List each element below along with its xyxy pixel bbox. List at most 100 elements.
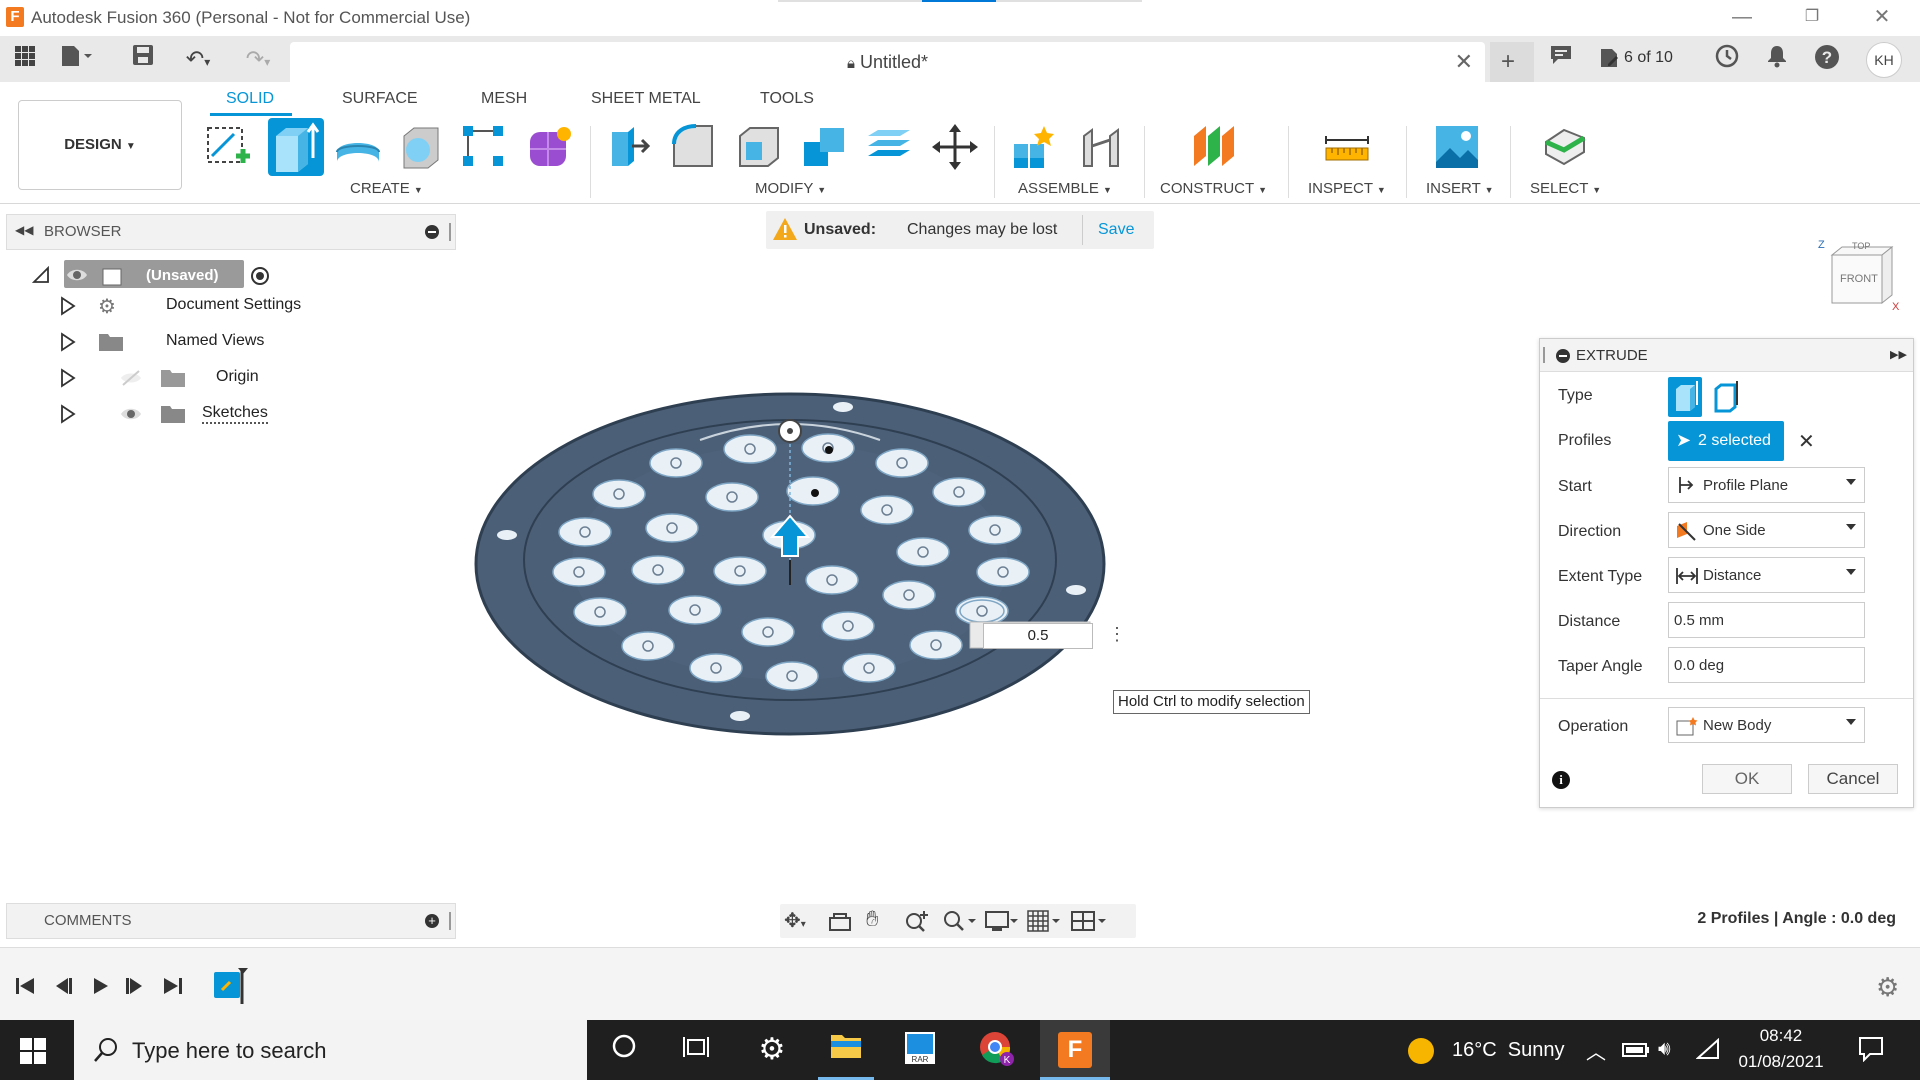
chat-icon[interactable]: [1546, 44, 1576, 74]
notification-bell-icon[interactable]: [1762, 44, 1792, 74]
windows-start-icon[interactable]: [20, 1038, 46, 1068]
grid-settings-icon[interactable]: [1026, 909, 1062, 937]
wifi-icon[interactable]: [1695, 1037, 1720, 1064]
tab-mesh[interactable]: MESH: [481, 90, 527, 108]
minus-circle-icon[interactable]: [1556, 349, 1570, 363]
restore-icon[interactable]: ❐: [1792, 4, 1832, 30]
create-form-icon[interactable]: [524, 122, 574, 172]
chrome-icon[interactable]: K: [968, 1030, 1024, 1070]
tree-collapse-icon[interactable]: [31, 265, 50, 289]
tab-tools[interactable]: TOOLS: [760, 90, 814, 108]
assemble-menu[interactable]: ASSEMBLE ▼: [1018, 180, 1112, 197]
go-to-start-icon[interactable]: [14, 976, 36, 1000]
offset-plane-icon[interactable]: [1190, 122, 1240, 172]
clock-icon[interactable]: [1712, 44, 1742, 74]
tab-surface[interactable]: SURFACE: [342, 90, 418, 108]
joint-icon[interactable]: [1076, 122, 1126, 172]
clock-date[interactable]: 01/08/2021: [1736, 1052, 1826, 1072]
move-icon[interactable]: [930, 122, 980, 172]
zoom-icon[interactable]: [904, 909, 930, 937]
distance-input[interactable]: 0.5: [983, 623, 1093, 649]
cortana-icon[interactable]: [596, 1030, 652, 1070]
minimize-icon[interactable]: —: [1722, 4, 1762, 30]
select-icon[interactable]: [1540, 122, 1590, 172]
file-menu-icon[interactable]: [58, 44, 92, 74]
browser-panel-header[interactable]: ◀◀ BROWSER: [6, 214, 456, 250]
job-status-button[interactable]: 6 of 10: [1598, 44, 1698, 74]
display-settings-icon[interactable]: [984, 909, 1020, 937]
weather-text[interactable]: 16°C Sunny: [1452, 1039, 1565, 1062]
expand-dialog-icon[interactable]: ▶▶: [1890, 348, 1907, 361]
look-at-icon[interactable]: [828, 910, 852, 936]
type-solid-button[interactable]: [1668, 377, 1702, 417]
new-component-icon[interactable]: [1010, 122, 1060, 172]
taper-angle-field[interactable]: 0.0 deg: [1668, 647, 1865, 683]
distance-field[interactable]: 0.5 mm: [1668, 602, 1865, 638]
redo-icon[interactable]: ↷▾: [236, 44, 280, 74]
dialog-grip[interactable]: [1543, 347, 1545, 363]
comments-panel-header[interactable]: COMMENTS +: [6, 903, 456, 939]
zoom-window-icon[interactable]: [942, 909, 978, 937]
tree-item-sketches[interactable]: Sketches: [60, 400, 320, 428]
step-forward-icon[interactable]: [124, 976, 146, 1000]
panel-grip[interactable]: [449, 223, 451, 241]
clock-time[interactable]: 08:42: [1736, 1026, 1826, 1046]
apps-grid-icon[interactable]: [10, 44, 40, 74]
offset-face-icon[interactable]: [864, 122, 914, 172]
create-sketch-icon[interactable]: [204, 122, 254, 172]
document-tab[interactable]: 🔒︎ Untitled* ✕: [290, 42, 1485, 82]
eye-icon[interactable]: [120, 404, 142, 429]
combine-icon[interactable]: [800, 122, 850, 172]
clear-selection-icon[interactable]: ✕: [1798, 429, 1815, 454]
tab-solid[interactable]: SOLID: [226, 90, 274, 108]
sweep-icon[interactable]: [396, 122, 446, 172]
winrar-icon[interactable]: RAR: [892, 1030, 948, 1070]
minus-circle-icon[interactable]: [425, 225, 439, 239]
save-icon[interactable]: [128, 44, 158, 74]
action-center-icon[interactable]: [1858, 1036, 1884, 1066]
close-tab-icon[interactable]: ✕: [1455, 49, 1473, 75]
view-cube[interactable]: TOP FRONT Z X: [1808, 239, 1908, 319]
operation-dropdown[interactable]: New Body: [1668, 707, 1865, 743]
undo-icon[interactable]: ↶▾: [176, 44, 220, 74]
step-back-icon[interactable]: [52, 976, 74, 1000]
settings-gear-icon[interactable]: ⚙: [744, 1030, 800, 1070]
expand-icon[interactable]: [60, 404, 76, 429]
insert-menu[interactable]: INSERT ▼: [1426, 180, 1494, 197]
collapse-icon[interactable]: ◀◀: [15, 223, 33, 237]
measure-icon[interactable]: [1322, 122, 1372, 172]
expand-icon[interactable]: [60, 368, 76, 393]
press-pull-icon[interactable]: [604, 122, 654, 172]
profiles-selection[interactable]: ➤ 2 selected: [1668, 421, 1784, 461]
taskbar-search-box[interactable]: Type here to search: [74, 1020, 587, 1080]
type-thin-button[interactable]: [1708, 377, 1742, 417]
construct-menu[interactable]: CONSTRUCT ▼: [1160, 180, 1267, 197]
start-dropdown[interactable]: Profile Plane: [1668, 467, 1865, 503]
eye-icon[interactable]: [66, 264, 88, 291]
select-menu[interactable]: SELECT ▼: [1530, 180, 1601, 197]
activate-radio-icon[interactable]: [250, 266, 270, 291]
info-icon[interactable]: i: [1552, 771, 1570, 789]
tree-item-named-views[interactable]: Named Views: [60, 328, 320, 356]
orbit-icon[interactable]: ✥▾: [784, 908, 824, 934]
create-menu[interactable]: CREATE ▼: [350, 180, 423, 197]
expand-icon[interactable]: [60, 296, 76, 321]
volume-icon[interactable]: 🔊︎: [1658, 1038, 1671, 1061]
close-window-icon[interactable]: ✕: [1862, 4, 1902, 30]
help-icon[interactable]: ?: [1812, 44, 1842, 74]
extrude-dialog-header[interactable]: EXTRUDE ▶▶: [1540, 339, 1913, 372]
play-icon[interactable]: [90, 976, 112, 1000]
save-link[interactable]: Save: [1098, 221, 1134, 239]
add-comment-icon[interactable]: +: [425, 914, 439, 928]
tab-sheet-metal[interactable]: SHEET METAL: [591, 90, 701, 108]
direction-dropdown[interactable]: One Side: [1668, 512, 1865, 548]
tree-item-document-settings[interactable]: ⚙ Document Settings: [60, 292, 320, 320]
modify-menu[interactable]: MODIFY ▼: [755, 180, 826, 197]
rectangular-pattern-icon[interactable]: [459, 122, 509, 172]
fillet-icon[interactable]: [668, 122, 718, 172]
go-to-end-icon[interactable]: [162, 976, 184, 1000]
new-tab-button[interactable]: +: [1490, 42, 1534, 82]
file-explorer-icon[interactable]: [818, 1030, 874, 1070]
extent-type-dropdown[interactable]: Distance: [1668, 557, 1865, 593]
cancel-button[interactable]: Cancel: [1808, 764, 1898, 794]
